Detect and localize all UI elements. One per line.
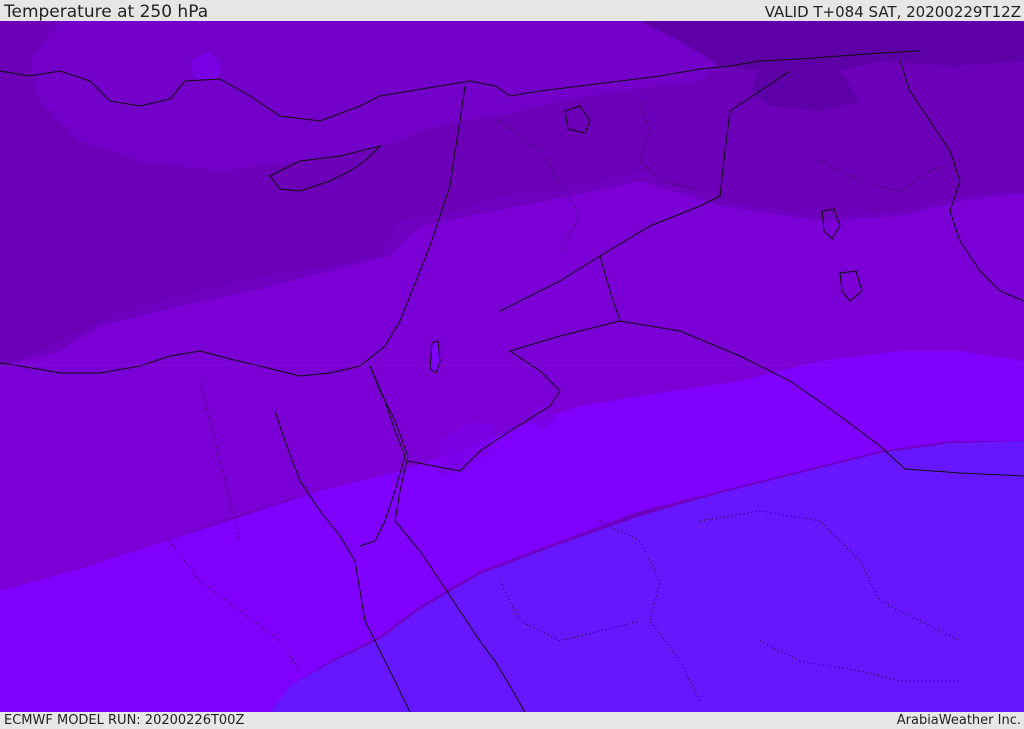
map-canvas — [0, 21, 1024, 712]
map-title: Temperature at 250 hPa — [4, 2, 209, 22]
model-run-label: ECMWF MODEL RUN: 20200226T00Z — [4, 713, 245, 728]
temperature-map[interactable] — [0, 21, 1024, 712]
valid-time-label: VALID T+084 SAT, 20200229T12Z — [764, 3, 1021, 21]
header-bar: Temperature at 250 hPa VALID T+084 SAT, … — [0, 0, 1024, 21]
credit-label: ArabiaWeather Inc. — [896, 713, 1021, 728]
footer-bar: ECMWF MODEL RUN: 20200226T00Z ArabiaWeat… — [0, 712, 1024, 729]
